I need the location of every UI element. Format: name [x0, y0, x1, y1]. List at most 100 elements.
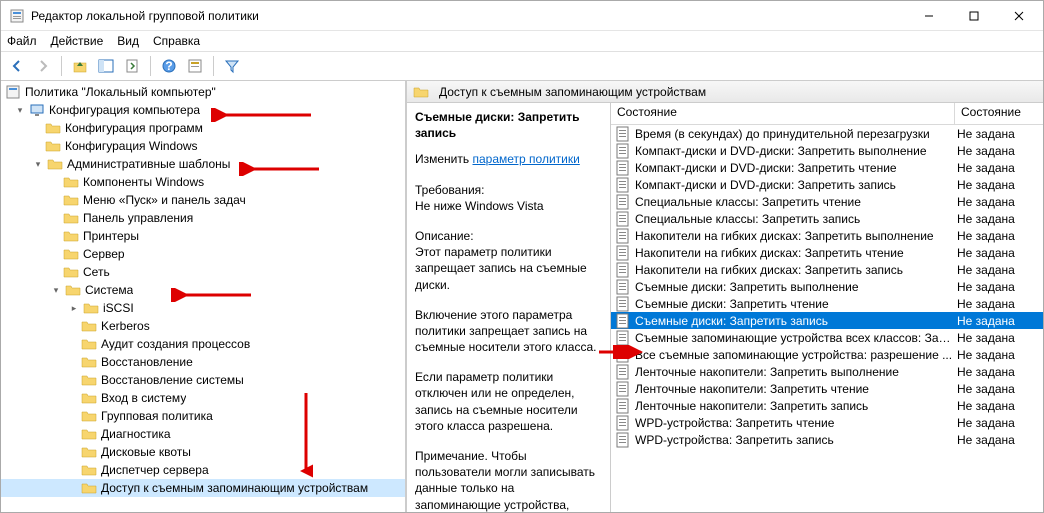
tree-label: Восстановление системы [101, 373, 244, 387]
policy-row[interactable]: Съемные диски: Запретить чтениеНе задана [611, 295, 1043, 312]
tree-sys-restore[interactable]: Восстановление системы [1, 371, 405, 389]
tree-disk-quotas[interactable]: Дисковые квоты [1, 443, 405, 461]
folder-icon [413, 84, 429, 100]
tree-admin-templates[interactable]: ▾ Административные шаблоны [1, 155, 405, 173]
policy-item-icon [615, 330, 631, 346]
tree-win-components[interactable]: Компоненты Windows [1, 173, 405, 191]
back-button[interactable] [5, 54, 29, 78]
policy-row[interactable]: Ленточные накопители: Запретить чтениеНе… [611, 380, 1043, 397]
policy-row[interactable]: Компакт-диски и DVD-диски: Запретить чте… [611, 159, 1043, 176]
tree-diag[interactable]: Диагностика [1, 425, 405, 443]
minimize-button[interactable] [906, 1, 951, 30]
policy-row[interactable]: WPD-устройства: Запретить записьНе задан… [611, 431, 1043, 448]
policy-row[interactable]: Съемные диски: Запретить выполнениеНе за… [611, 278, 1043, 295]
description-text: Если параметр политики отключен или не о… [415, 369, 602, 434]
maximize-button[interactable] [951, 1, 996, 30]
policy-name: WPD-устройства: Запретить чтение [635, 416, 834, 430]
window-title: Редактор локальной групповой политики [31, 9, 906, 23]
tree-root[interactable]: Политика "Локальный компьютер" [1, 83, 405, 101]
close-button[interactable] [996, 1, 1041, 30]
tree-audit-proc[interactable]: Аудит создания процессов [1, 335, 405, 353]
policy-row[interactable]: Компакт-диски и DVD-диски: Запретить зап… [611, 176, 1043, 193]
policy-name: Ленточные накопители: Запретить чтение [635, 382, 869, 396]
policy-state: Не задана [955, 331, 1043, 345]
tree-label: Принтеры [83, 229, 139, 243]
expand-toggle[interactable]: ▾ [49, 283, 63, 297]
policy-row[interactable]: Время (в секундах) до принудительной пер… [611, 125, 1043, 142]
details-header: Доступ к съемным запоминающим устройства… [407, 81, 1043, 103]
tree-label: Компоненты Windows [83, 175, 204, 189]
menu-action[interactable]: Действие [51, 34, 104, 48]
policy-row[interactable]: Съемные запоминающие устройства всех кла… [611, 329, 1043, 346]
tree-removable-storage[interactable]: Доступ к съемным запоминающим устройства… [1, 479, 405, 497]
filter-button[interactable] [220, 54, 244, 78]
policy-name: WPD-устройства: Запретить запись [635, 433, 834, 447]
tree-iscsi[interactable]: ▸iSCSI [1, 299, 405, 317]
details-header-title: Доступ к съемным запоминающим устройства… [439, 85, 706, 99]
tree-network[interactable]: Сеть [1, 263, 405, 281]
description-text: Включение этого параметра политики запре… [415, 307, 602, 356]
folder-icon [63, 264, 79, 280]
expand-toggle[interactable]: ▾ [31, 157, 45, 171]
policy-row[interactable]: Ленточные накопители: Запретить записьНе… [611, 397, 1043, 414]
tree-control-panel[interactable]: Панель управления [1, 209, 405, 227]
properties-button[interactable] [183, 54, 207, 78]
show-hide-tree-button[interactable] [94, 54, 118, 78]
tree-label: Система [85, 283, 133, 297]
export-button[interactable] [120, 54, 144, 78]
column-state2[interactable]: Состояние [955, 103, 1043, 124]
tree-label: Сеть [83, 265, 110, 279]
tree-pane[interactable]: Политика "Локальный компьютер" ▾ Конфигу… [1, 81, 407, 512]
tree-server[interactable]: Сервер [1, 245, 405, 263]
tree-start-taskbar[interactable]: Меню «Пуск» и панель задач [1, 191, 405, 209]
forward-button[interactable] [31, 54, 55, 78]
policy-state: Не задана [955, 348, 1043, 362]
up-button[interactable] [68, 54, 92, 78]
tree-label: Меню «Пуск» и панель задач [83, 193, 246, 207]
tree-label: Административные шаблоны [67, 157, 230, 171]
tree-conf-windows[interactable]: Конфигурация Windows [1, 137, 405, 155]
policy-row[interactable]: Специальные классы: Запретить записьНе з… [611, 210, 1043, 227]
menu-help[interactable]: Справка [153, 34, 200, 48]
column-state[interactable]: Состояние [611, 103, 955, 124]
expand-toggle[interactable]: ▾ [13, 103, 27, 117]
tree-printers[interactable]: Принтеры [1, 227, 405, 245]
tree-server-mgr[interactable]: Диспетчер сервера [1, 461, 405, 479]
edit-policy-link[interactable]: параметр политики [472, 152, 579, 166]
policy-item-icon [615, 347, 631, 363]
help-button[interactable]: ? [157, 54, 181, 78]
policy-state: Не задана [955, 365, 1043, 379]
policy-row[interactable]: Компакт-диски и DVD-диски: Запретить вып… [611, 142, 1043, 159]
policy-row[interactable]: Ленточные накопители: Запретить выполнен… [611, 363, 1043, 380]
tree-system[interactable]: ▾ Система [1, 281, 405, 299]
tree-comp-config[interactable]: ▾ Конфигурация компьютера [1, 101, 405, 119]
expand-toggle[interactable]: ▸ [67, 301, 81, 315]
tree-conf-programs[interactable]: Конфигурация программ [1, 119, 405, 137]
requirements-label: Требования: [415, 182, 602, 198]
policy-row[interactable]: Накопители на гибких дисках: Запретить в… [611, 227, 1043, 244]
policy-row[interactable]: Накопители на гибких дисках: Запретить з… [611, 261, 1043, 278]
policy-row[interactable]: Все съемные запоминающие устройства: раз… [611, 346, 1043, 363]
tree-label: Диспетчер сервера [101, 463, 209, 477]
policy-row[interactable]: Специальные классы: Запретить чтениеНе з… [611, 193, 1043, 210]
policy-name: Съемные диски: Запретить выполнение [635, 280, 859, 294]
policy-row[interactable]: Накопители на гибких дисках: Запретить ч… [611, 244, 1043, 261]
tree-logon[interactable]: Вход в систему [1, 389, 405, 407]
policy-list[interactable]: Состояние Состояние Время (в секундах) д… [611, 103, 1043, 512]
menu-file[interactable]: Файл [7, 34, 37, 48]
tree-kerberos[interactable]: Kerberos [1, 317, 405, 335]
policy-row[interactable]: Съемные диски: Запретить записьНе задана [611, 312, 1043, 329]
policy-name: Специальные классы: Запретить запись [635, 212, 860, 226]
policy-item-icon [615, 415, 631, 431]
tree-label: Сервер [83, 247, 125, 261]
toolbar-sep [150, 56, 151, 76]
policy-row[interactable]: WPD-устройства: Запретить чтениеНе задан… [611, 414, 1043, 431]
tree-gp[interactable]: Групповая политика [1, 407, 405, 425]
folder-icon [45, 138, 61, 154]
policy-name: Накопители на гибких дисках: Запретить з… [635, 263, 903, 277]
description-text: Этот параметр политики запрещает запись … [415, 244, 602, 293]
tree-recovery[interactable]: Восстановление [1, 353, 405, 371]
menu-view[interactable]: Вид [117, 34, 139, 48]
edit-label: Изменить [415, 152, 469, 166]
folder-icon [81, 372, 97, 388]
